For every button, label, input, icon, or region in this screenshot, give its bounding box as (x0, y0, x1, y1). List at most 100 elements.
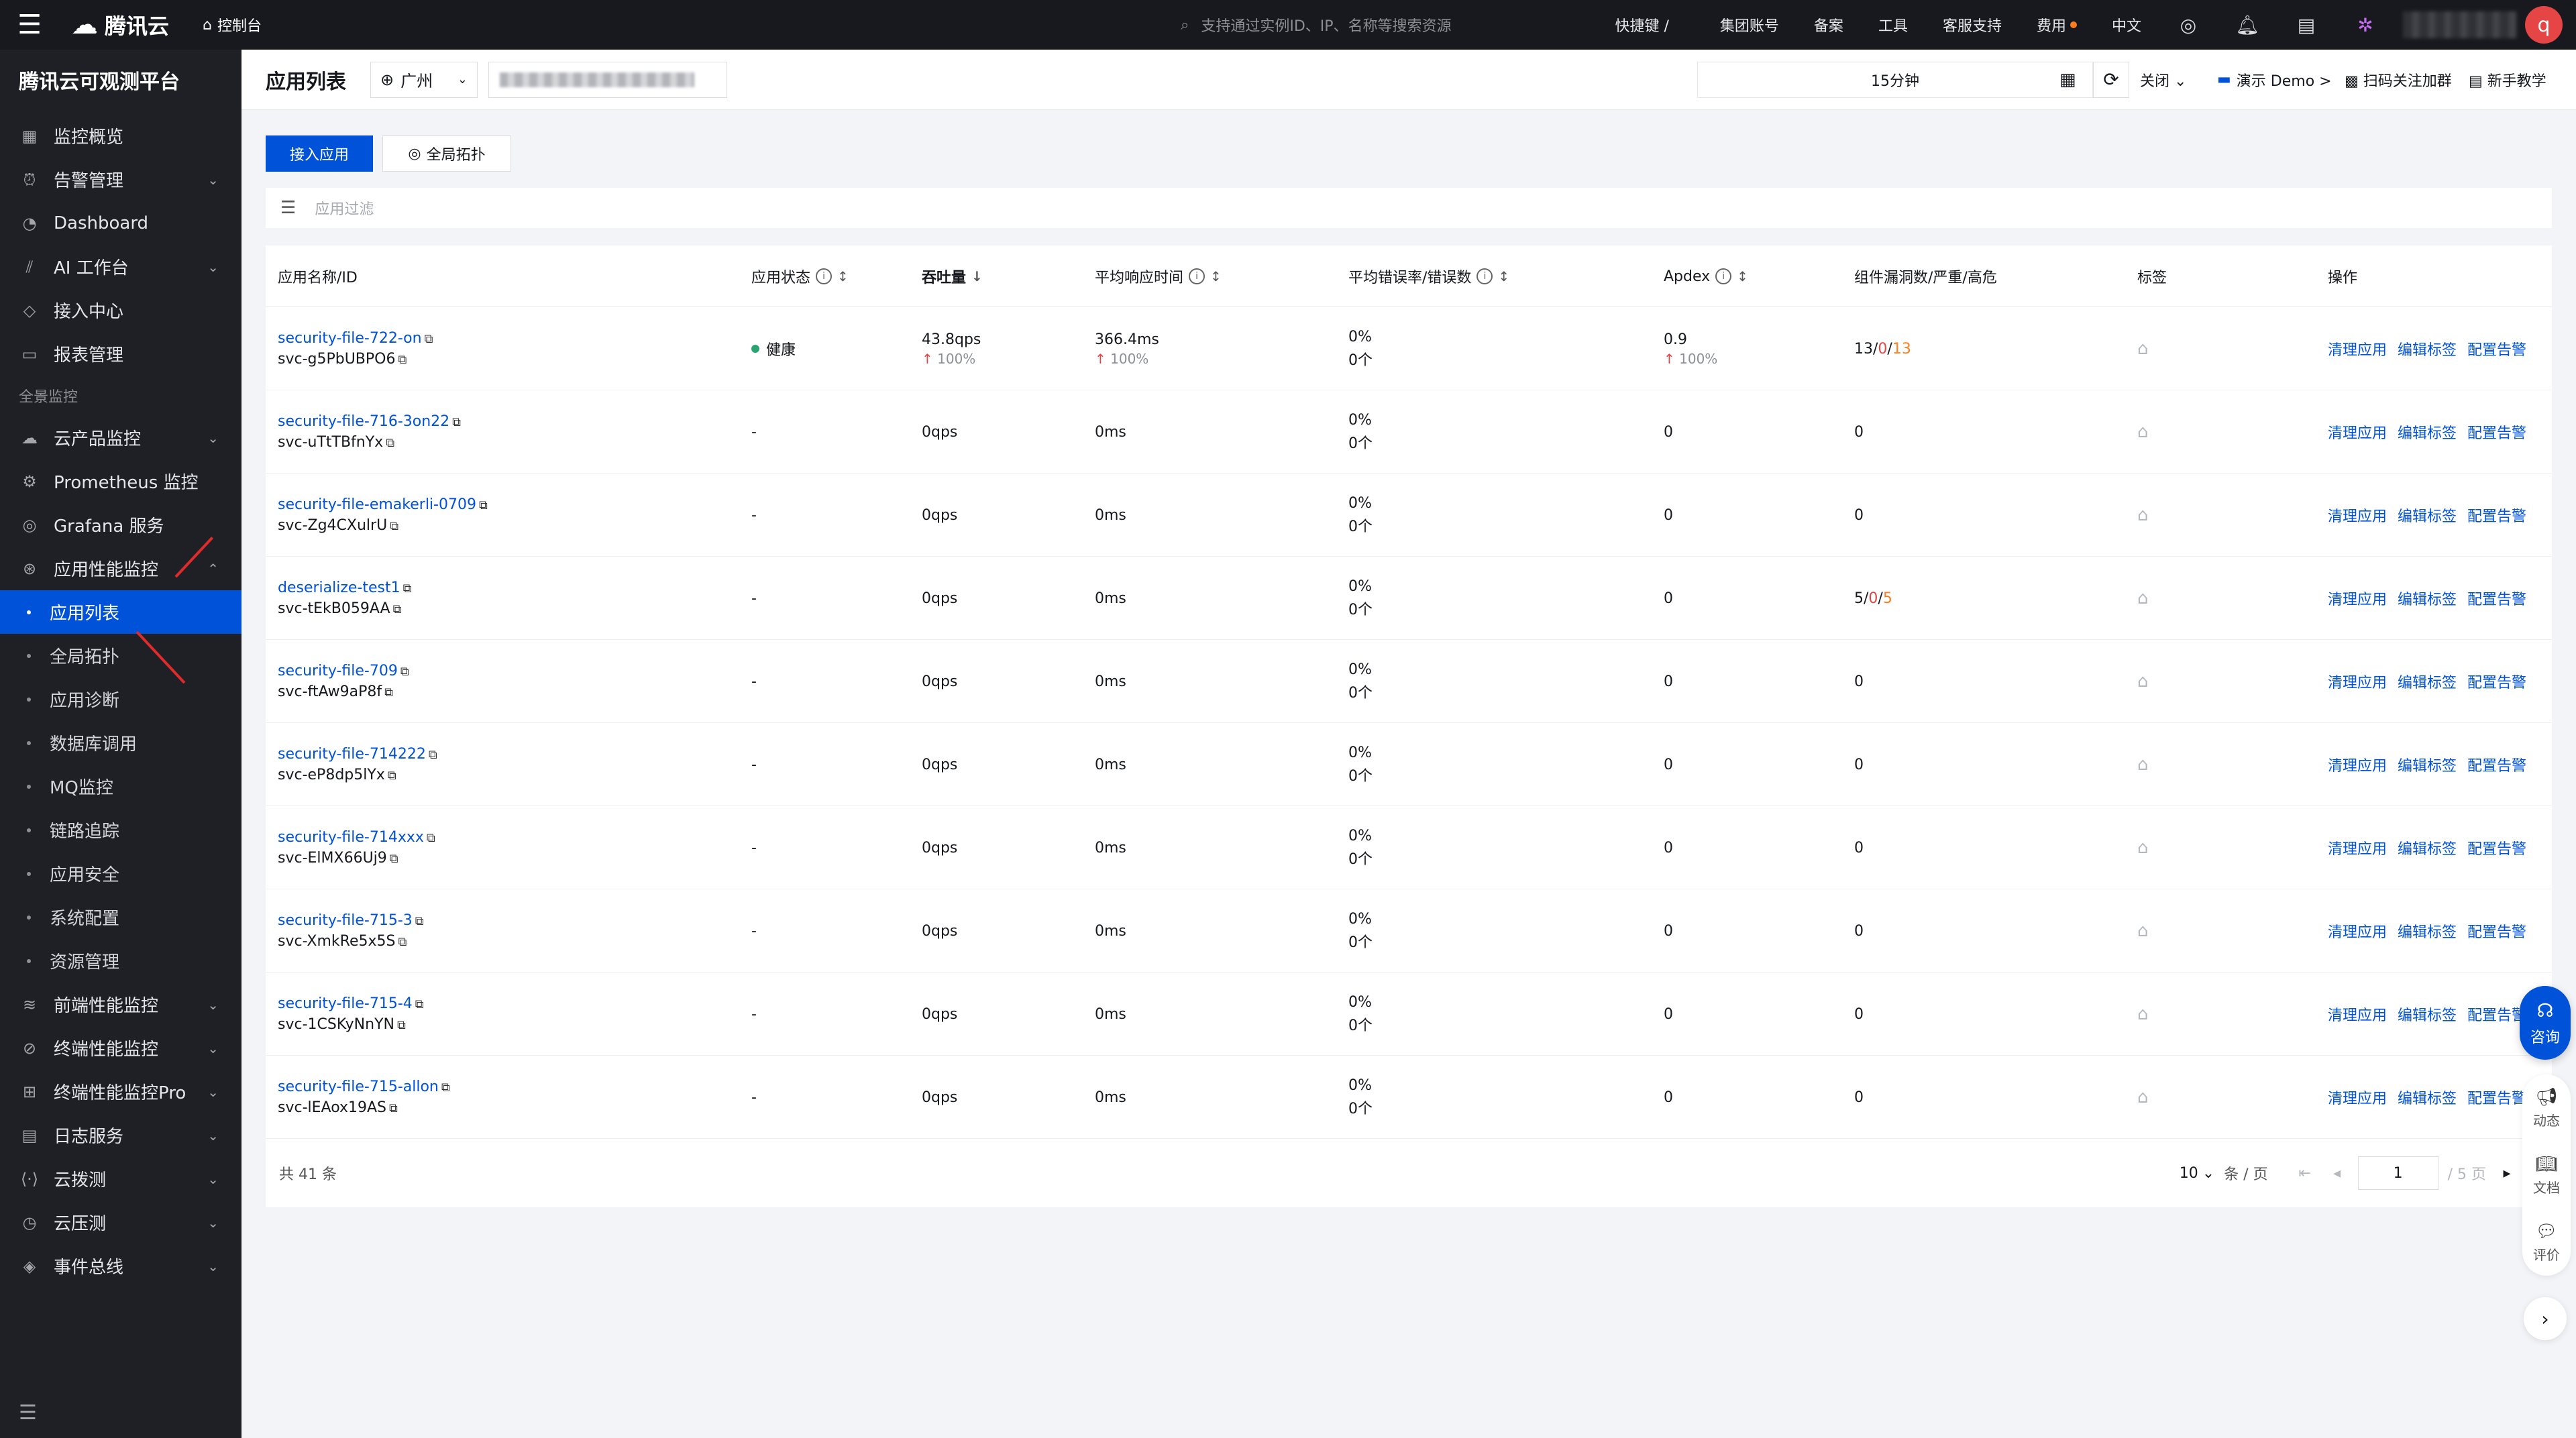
shortcut-hint[interactable]: 快捷键 / (1598, 14, 1703, 36)
sidebar-item-system-config[interactable]: 系统配置 (0, 895, 241, 939)
configure-alarm-link[interactable]: 配置告警 (2467, 754, 2526, 775)
copy-icon[interactable]: ⧉ (384, 685, 393, 700)
sidebar-item-probe[interactable]: ⟨⋅⟩ 云拨测 ⌄ (0, 1157, 241, 1201)
clean-app-link[interactable]: 清理应用 (2328, 754, 2387, 775)
tag-icon[interactable]: ⌂ (2137, 1087, 2149, 1107)
tag-icon[interactable]: ⌂ (2137, 339, 2149, 359)
compass-icon[interactable]: ◎ (2159, 14, 2218, 36)
menu-icon[interactable]: ☰ (0, 0, 59, 50)
sidebar-item-db-calls[interactable]: 数据库调用 (0, 721, 241, 765)
expand-chevron-right-icon[interactable]: › (2524, 1297, 2567, 1340)
tag-icon[interactable]: ⌂ (2137, 921, 2149, 941)
instance-select-redacted[interactable] (488, 61, 727, 98)
tag-icon[interactable]: ⌂ (2137, 671, 2149, 692)
copy-icon[interactable]: ⧉ (452, 415, 461, 429)
clean-app-link[interactable]: 清理应用 (2328, 338, 2387, 360)
app-name-link[interactable]: security-file-715-allon (278, 1078, 439, 1095)
col-status[interactable]: 应用状态 i ↕ (751, 245, 849, 307)
copy-icon[interactable]: ⧉ (388, 769, 396, 783)
clean-app-link[interactable]: 清理应用 (2328, 588, 2387, 609)
clean-app-link[interactable]: 清理应用 (2328, 1087, 2387, 1108)
time-range-picker[interactable]: 15分钟 (1697, 61, 2093, 98)
edit-tags-link[interactable]: 编辑标签 (2398, 754, 2457, 775)
copy-icon[interactable]: ⧉ (398, 353, 407, 367)
tag-icon[interactable]: ⌂ (2137, 588, 2149, 608)
sidebar-item-tracing[interactable]: 链路追踪 (0, 808, 241, 852)
edit-tags-link[interactable]: 编辑标签 (2398, 1003, 2457, 1025)
next-page-icon[interactable]: ▸ (2496, 1165, 2518, 1182)
app-name-link[interactable]: security-file-715-3 (278, 912, 413, 929)
add-app-button[interactable]: 接入应用 (266, 135, 373, 172)
nav-tools[interactable]: 工具 (1861, 14, 1925, 36)
demo-link[interactable]: ▬ 演示 Demo > (2217, 69, 2332, 91)
sort-desc-icon[interactable]: ↓ (971, 268, 983, 284)
copy-icon[interactable]: ⧉ (479, 498, 488, 512)
sidebar-item-app-security[interactable]: 应用安全 (0, 852, 241, 895)
col-error-rate[interactable]: 平均错误率/错误数 i ↕ (1348, 245, 1509, 307)
copy-icon[interactable]: ⧉ (390, 519, 398, 533)
info-icon[interactable]: i (816, 268, 833, 284)
account-name-redacted[interactable] (2403, 11, 2517, 38)
copy-icon[interactable]: ⧉ (403, 582, 412, 596)
copy-icon[interactable]: ⧉ (389, 1101, 398, 1115)
clean-app-link[interactable]: 清理应用 (2328, 837, 2387, 859)
sidebar-item-grafana[interactable]: ◎ Grafana 服务 (0, 503, 241, 547)
scan-qr-link[interactable]: ▩ 扫码关注加群 (2345, 69, 2452, 91)
sidebar-item-cloud-monitor[interactable]: ☁ 云产品监控 ⌄ (0, 416, 241, 459)
sidebar-item-pressure[interactable]: ◷ 云压测 ⌄ (0, 1201, 241, 1244)
copy-icon[interactable]: ⧉ (386, 436, 394, 450)
sidebar-item-mq[interactable]: MQ监控 (0, 765, 241, 808)
collapse-sidebar-icon[interactable]: ☰ (19, 1401, 37, 1425)
sidebar-item-terminal-pro[interactable]: ⊞ 终端性能监控Pro ⌄ (0, 1070, 241, 1113)
col-throughput[interactable]: 吞吐量 ↓ (922, 245, 983, 307)
nav-group-account[interactable]: 集团账号 (1703, 14, 1796, 36)
edit-tags-link[interactable]: 编辑标签 (2398, 837, 2457, 859)
copy-icon[interactable]: ⧉ (398, 935, 407, 949)
tag-icon[interactable]: ⌂ (2137, 1004, 2149, 1024)
calendar-icon[interactable]: ▦ (2059, 70, 2076, 90)
sidebar-item-access[interactable]: ◇ 接入中心 (0, 288, 241, 332)
app-filter-input[interactable]: ☰ 应用过滤 (266, 188, 2552, 228)
bell-icon[interactable]: 🔔︎ (2218, 14, 2277, 36)
info-icon[interactable]: i (1715, 268, 1732, 284)
edit-tags-link[interactable]: 编辑标签 (2398, 671, 2457, 692)
consult-button[interactable]: ☊ 咨询 (2520, 986, 2571, 1060)
edit-tags-link[interactable]: 编辑标签 (2398, 338, 2457, 360)
copy-icon[interactable]: ⧉ (400, 665, 409, 679)
global-topology-button[interactable]: ◎ 全局拓扑 (382, 135, 511, 172)
sidebar-item-overview[interactable]: ▦ 监控概览 (0, 114, 241, 158)
configure-alarm-link[interactable]: 配置告警 (2467, 1003, 2526, 1025)
edit-tags-link[interactable]: 编辑标签 (2398, 588, 2457, 609)
copy-icon[interactable]: ⧉ (427, 831, 435, 845)
copy-icon[interactable]: ⧉ (390, 852, 398, 866)
sidebar-item-ai[interactable]: ⫽ AI 工作台 ⌄ (0, 245, 241, 288)
nav-language[interactable]: 中文 (2094, 14, 2159, 36)
configure-alarm-link[interactable]: 配置告警 (2467, 1087, 2526, 1108)
news-button[interactable]: 📢︎ 动态 (2533, 1087, 2560, 1129)
configure-alarm-link[interactable]: 配置告警 (2467, 837, 2526, 859)
app-name-link[interactable]: security-file-722-on (278, 330, 422, 347)
tag-icon[interactable]: ⌂ (2137, 422, 2149, 442)
colorful-app-icon[interactable]: ✲ (2336, 14, 2395, 36)
edit-tags-link[interactable]: 编辑标签 (2398, 1087, 2457, 1108)
page-size-select[interactable]: 10 ⌄ (2180, 1165, 2214, 1182)
sidebar-item-resource[interactable]: 资源管理 (0, 939, 241, 983)
sidebar-item-terminal[interactable]: ⊘ 终端性能监控 ⌄ (0, 1026, 241, 1070)
configure-alarm-link[interactable]: 配置告警 (2467, 421, 2526, 443)
nav-billing[interactable]: 费用 (2019, 14, 2094, 36)
edit-tags-link[interactable]: 编辑标签 (2398, 920, 2457, 942)
copy-icon[interactable]: ⧉ (393, 602, 402, 616)
sidebar-item-apm[interactable]: ⊛ 应用性能监控 ⌃ (0, 547, 241, 590)
sidebar-item-app-list[interactable]: 应用列表 (0, 590, 241, 634)
docs-button[interactable]: 📖︎ 文档 (2533, 1154, 2560, 1197)
sidebar-item-eventbus[interactable]: ◈ 事件总线 ⌄ (0, 1244, 241, 1288)
message-box-icon[interactable]: ▤ (2277, 14, 2336, 36)
sort-icon[interactable]: ↕ (837, 268, 849, 284)
sidebar-item-dashboard[interactable]: ◔ Dashboard (0, 201, 241, 245)
copy-icon[interactable]: ⧉ (425, 332, 433, 346)
app-name-link[interactable]: security-file-714xxx (278, 829, 424, 846)
copy-icon[interactable]: ⧉ (415, 997, 424, 1011)
page-number-input[interactable]: 1 (2357, 1156, 2438, 1190)
clean-app-link[interactable]: 清理应用 (2328, 504, 2387, 526)
region-select[interactable]: ⊕ 广州 ⌄ (370, 61, 478, 98)
